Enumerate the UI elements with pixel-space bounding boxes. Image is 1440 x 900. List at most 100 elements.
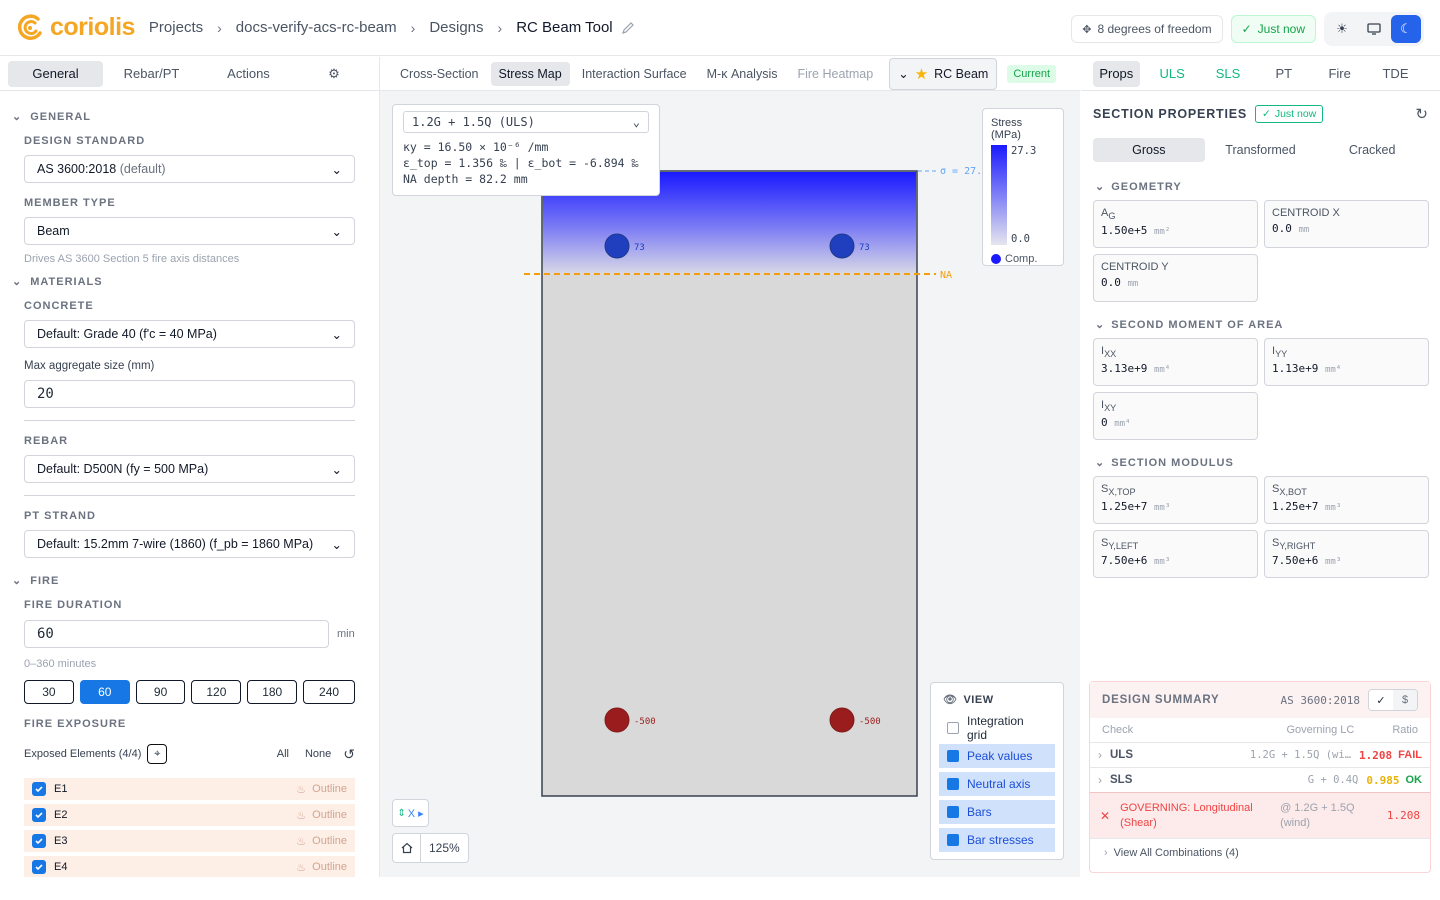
monitor-icon[interactable] <box>1359 15 1389 43</box>
view-peak-values[interactable]: Peak values <box>939 744 1055 768</box>
fire-duration-input[interactable]: 60 <box>24 620 329 648</box>
tab-uls[interactable]: ULS <box>1140 61 1205 87</box>
dollar-icon[interactable]: $ <box>1393 690 1417 710</box>
element-row[interactable]: E1 ♨ Outline <box>24 778 355 800</box>
view-bars[interactable]: Bars <box>939 800 1055 824</box>
governing-row[interactable]: ✕ GOVERNING: Longitudinal (Shear) @ 1.2G… <box>1090 792 1430 838</box>
concrete-select[interactable]: Default: Grade 40 (f'c = 40 MPa) ⌄ <box>24 320 355 348</box>
checkbox-checked-icon[interactable] <box>947 806 959 818</box>
basis-gross[interactable]: Gross <box>1093 138 1205 162</box>
checkbox-checked-icon[interactable] <box>32 808 46 822</box>
checkbox-checked-icon[interactable] <box>32 860 46 874</box>
view-all-combinations[interactable]: › View All Combinations (4) <box>1090 838 1430 866</box>
member-type-select[interactable]: Beam ⌄ <box>24 217 355 245</box>
chevron-right-icon: › <box>497 19 503 36</box>
top-bar: coriolis Projects › docs-verify-acs-rc-b… <box>0 0 1440 56</box>
section-materials-header[interactable]: ⌄ MATERIALS <box>12 275 355 289</box>
duration-60-button[interactable]: 60 <box>79 680 130 704</box>
select-none-button[interactable]: None <box>305 748 331 760</box>
sun-icon[interactable]: ☀ <box>1327 15 1357 43</box>
bar-stress-label: 73 <box>859 243 870 253</box>
modulus-header[interactable]: ⌄ SECTION MODULUS <box>1095 456 1234 470</box>
settings-gear-icon[interactable]: ⚙ <box>297 61 371 87</box>
refresh-icon[interactable]: ↻ <box>1415 105 1428 123</box>
element-row[interactable]: E4 ♨ Outline <box>24 856 355 877</box>
reset-icon[interactable]: ↺ <box>343 746 355 763</box>
axis-indicator[interactable]: ⇕ X ▸ <box>392 799 429 827</box>
right-panel: Props ULS SLS PT Fire TDE SECTION PROPER… <box>1081 57 1440 877</box>
bar-stress-label: -500 <box>634 717 656 727</box>
breadcrumb-projects[interactable]: Projects <box>149 19 203 36</box>
aggregate-input[interactable]: 20 <box>24 380 355 408</box>
load-combination-select[interactable]: 1.2G + 1.5Q (ULS) ⌄ <box>403 111 649 133</box>
rebar-select[interactable]: Default: D500N (fy = 500 MPa) ⌄ <box>24 455 355 483</box>
breadcrumb-project[interactable]: docs-verify-acs-rc-beam <box>236 19 397 36</box>
moon-icon[interactable]: ☾ <box>1391 15 1421 43</box>
design-selector[interactable]: ⌄ ★ RC Beam <box>889 57 998 90</box>
section-general-header[interactable]: ⌄ GENERAL <box>12 110 355 124</box>
duration-180-button[interactable]: 180 <box>247 680 298 704</box>
tab-fire[interactable]: Fire <box>1316 61 1363 87</box>
tab-actions[interactable]: Actions <box>200 61 297 87</box>
zoom-level[interactable]: 125% <box>421 834 468 862</box>
prop-value: 1.25e+7 mm³ <box>1272 500 1421 513</box>
checkbox-checked-icon[interactable] <box>947 750 959 762</box>
design-standard-select[interactable]: AS 3600:2018 (default) ⌄ <box>24 155 355 183</box>
bar-bottom-left[interactable] <box>604 707 630 733</box>
bar-bottom-right[interactable] <box>829 707 855 733</box>
tab-cross-section[interactable]: Cross-Section <box>392 62 487 86</box>
checkbox-checked-icon[interactable] <box>32 782 46 796</box>
moment-title: SECOND MOMENT OF AREA <box>1111 318 1284 331</box>
logo[interactable]: coriolis <box>16 13 135 43</box>
element-status-label: Outline <box>312 809 347 821</box>
tab-rebar-pt[interactable]: Rebar/PT <box>103 61 200 87</box>
prop-unit: mm² <box>1153 227 1171 238</box>
dof-button[interactable]: ✥ 8 degrees of freedom <box>1071 15 1223 43</box>
view-bar-stresses[interactable]: Bar stresses <box>939 828 1055 852</box>
breadcrumb-designs[interactable]: Designs <box>429 19 483 36</box>
tab-fire-heatmap[interactable]: Fire Heatmap <box>789 62 881 86</box>
stress-map-canvas[interactable]: σ = 27.3 NA 73 73 -500 -500 1.2G + 1.5Q … <box>380 91 1080 877</box>
check-icon[interactable]: ✓ <box>1369 690 1393 710</box>
tab-general[interactable]: General <box>8 60 103 87</box>
view-neutral-axis[interactable]: Neutral axis <box>939 772 1055 796</box>
view-integration-grid[interactable]: Integration grid <box>939 714 1055 742</box>
tab-tde[interactable]: TDE <box>1363 61 1428 87</box>
design-standard-value: AS 3600:2018 <box>37 162 117 176</box>
prop-number: 1.50e+5 <box>1101 224 1148 238</box>
pencil-icon[interactable] <box>621 21 635 35</box>
select-all-button[interactable]: All <box>277 748 289 760</box>
section-fire-header[interactable]: ⌄ FIRE <box>12 574 355 588</box>
view-options-panel: 👁 VIEW Integration grid Peak values Neut… <box>930 682 1064 860</box>
summary-row-uls[interactable]: › ULS 1.2G + 1.5Q (wi… 1.208 FAIL <box>1090 742 1430 767</box>
duration-30-button[interactable]: 30 <box>24 680 74 704</box>
bar-top-right[interactable] <box>829 233 855 259</box>
tab-m-k-analysis[interactable]: M-κ Analysis <box>699 62 786 86</box>
pt-strand-select[interactable]: Default: 15.2mm 7-wire (1860) (f_pb = 18… <box>24 530 355 558</box>
tab-props[interactable]: Props <box>1093 60 1140 87</box>
cursor-select-icon[interactable]: ⌖ <box>147 744 168 764</box>
basis-cracked[interactable]: Cracked <box>1316 138 1428 162</box>
moment-header[interactable]: ⌄ SECOND MOMENT OF AREA <box>1095 318 1284 332</box>
saved-status[interactable]: ✓ Just now <box>1230 15 1316 43</box>
duration-120-button[interactable]: 120 <box>191 680 242 704</box>
home-icon[interactable] <box>393 834 421 862</box>
geometry-header[interactable]: ⌄ GEOMETRY <box>1095 180 1182 194</box>
checkbox-checked-icon[interactable] <box>32 834 46 848</box>
checkbox-checked-icon[interactable] <box>947 778 959 790</box>
duration-90-button[interactable]: 90 <box>135 680 186 704</box>
element-row[interactable]: E3 ♨ Outline <box>24 830 355 852</box>
load-combination-value: 1.2G + 1.5Q (ULS) <box>412 115 535 129</box>
summary-row-sls[interactable]: › SLS G + 0.4Q 0.985 OK <box>1090 767 1430 792</box>
curvature-readout: κy = 16.50 × 10⁻⁶ /mm <box>403 140 549 154</box>
element-row[interactable]: E2 ♨ Outline <box>24 804 355 826</box>
basis-transformed[interactable]: Transformed <box>1205 138 1317 162</box>
tab-interaction-surface[interactable]: Interaction Surface <box>574 62 695 86</box>
bar-top-left[interactable] <box>604 233 630 259</box>
checkbox-checked-icon[interactable] <box>947 834 959 846</box>
tab-pt[interactable]: PT <box>1251 61 1316 87</box>
duration-240-button[interactable]: 240 <box>303 680 355 704</box>
tab-sls[interactable]: SLS <box>1205 61 1252 87</box>
checkbox-unchecked-icon[interactable] <box>947 722 959 734</box>
tab-stress-map[interactable]: Stress Map <box>490 61 570 86</box>
